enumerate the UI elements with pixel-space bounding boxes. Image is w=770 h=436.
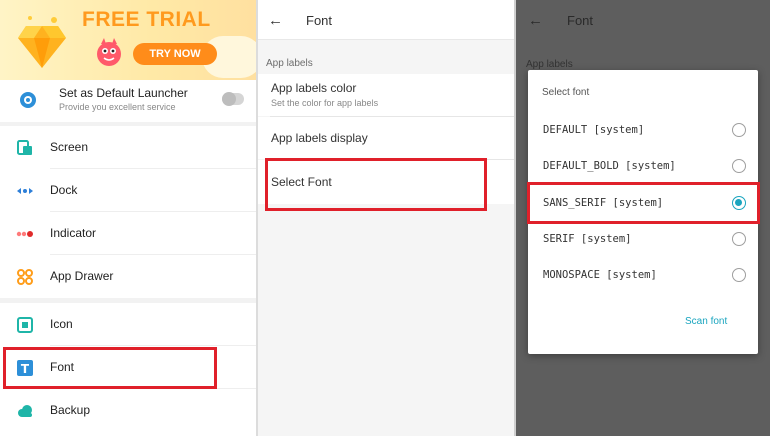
- font-option-default[interactable]: DEFAULT [system]: [528, 113, 758, 149]
- app-labels-color-item[interactable]: App labels color Set the color for app l…: [258, 74, 514, 116]
- menu-item-label: Backup: [50, 403, 91, 417]
- toggle-knob: [222, 92, 236, 106]
- item-label: App labels display: [271, 131, 368, 145]
- radio-button[interactable]: [732, 232, 746, 246]
- dialog-title: Select font: [542, 87, 590, 98]
- menu-item-dock[interactable]: Dock: [0, 169, 256, 212]
- menu-item-label: Indicator: [50, 226, 97, 240]
- sans-serif-highlight-box: [527, 182, 760, 224]
- back-arrow-icon[interactable]: ←: [268, 12, 283, 29]
- launcher-settings-panel: FREE TRIAL TRY NOW Set as Default Launch…: [0, 0, 256, 436]
- font-highlight-box: [3, 347, 217, 389]
- menu-item-label: Dock: [50, 183, 78, 197]
- item-subtitle: Set the color for app labels: [271, 98, 379, 108]
- indicator-icon: [16, 231, 33, 237]
- menu-item-screen[interactable]: Screen: [0, 126, 256, 169]
- app-labels-display-item[interactable]: App labels display: [258, 117, 514, 159]
- page-title: Font: [306, 13, 333, 28]
- font-option-serif[interactable]: SERIF [system]: [528, 222, 758, 258]
- section-header: App labels: [266, 58, 313, 69]
- radio-button[interactable]: [732, 159, 746, 173]
- screen-icon: [17, 140, 32, 155]
- mascot-icon: [97, 38, 121, 66]
- default-launcher-title: Set as Default Launcher: [59, 86, 188, 100]
- menu-item-label: Icon: [50, 317, 73, 331]
- diamond-icon: [18, 16, 66, 68]
- backup-icon: [18, 405, 32, 417]
- font-dialog-panel: ← Font App labels Select font DEFAULT [s…: [516, 0, 770, 436]
- font-option-default-bold[interactable]: DEFAULT_BOLD [system]: [528, 149, 758, 185]
- page-title: Font: [567, 13, 594, 28]
- back-arrow-icon[interactable]: ←: [528, 12, 543, 29]
- font-option-label: MONOSPACE [system]: [543, 269, 657, 281]
- free-trial-banner[interactable]: FREE TRIAL TRY NOW: [0, 0, 256, 80]
- font-option-label: DEFAULT_BOLD [system]: [543, 160, 676, 172]
- radio-button[interactable]: [732, 123, 746, 137]
- icon-icon: [17, 317, 33, 333]
- default-launcher-toggle[interactable]: [222, 92, 244, 106]
- menu-item-backup[interactable]: Backup: [0, 389, 256, 432]
- menu-item-label: Screen: [50, 140, 89, 154]
- set-default-launcher-row[interactable]: Set as Default Launcher Provide you exce…: [0, 80, 256, 122]
- font-settings-panel: ← Font App labels App labels color Set t…: [258, 0, 514, 436]
- banner-title: FREE TRIAL: [82, 8, 211, 31]
- menu-item-indicator[interactable]: Indicator: [0, 212, 256, 255]
- menu-item-app-drawer[interactable]: App Drawer: [0, 255, 256, 298]
- launcher-gear-icon: [20, 92, 36, 108]
- scan-font-button[interactable]: Scan font: [685, 316, 727, 327]
- dock-icon: [17, 188, 33, 194]
- radio-button[interactable]: [732, 268, 746, 282]
- try-now-button[interactable]: TRY NOW: [133, 43, 217, 65]
- font-option-monospace[interactable]: MONOSPACE [system]: [528, 258, 758, 294]
- font-option-label: DEFAULT [system]: [543, 124, 645, 136]
- menu-item-label: App Drawer: [50, 269, 114, 283]
- item-label: App labels color: [271, 81, 357, 95]
- menu-item-icon[interactable]: Icon: [0, 303, 256, 346]
- app-drawer-icon: [17, 269, 33, 285]
- select-font-highlight-box: [265, 158, 487, 211]
- font-toolbar: ← Font: [258, 0, 514, 40]
- default-launcher-subtitle: Provide you excellent service: [59, 102, 176, 112]
- font-option-label: SERIF [system]: [543, 233, 632, 245]
- section-header: App labels: [526, 59, 573, 70]
